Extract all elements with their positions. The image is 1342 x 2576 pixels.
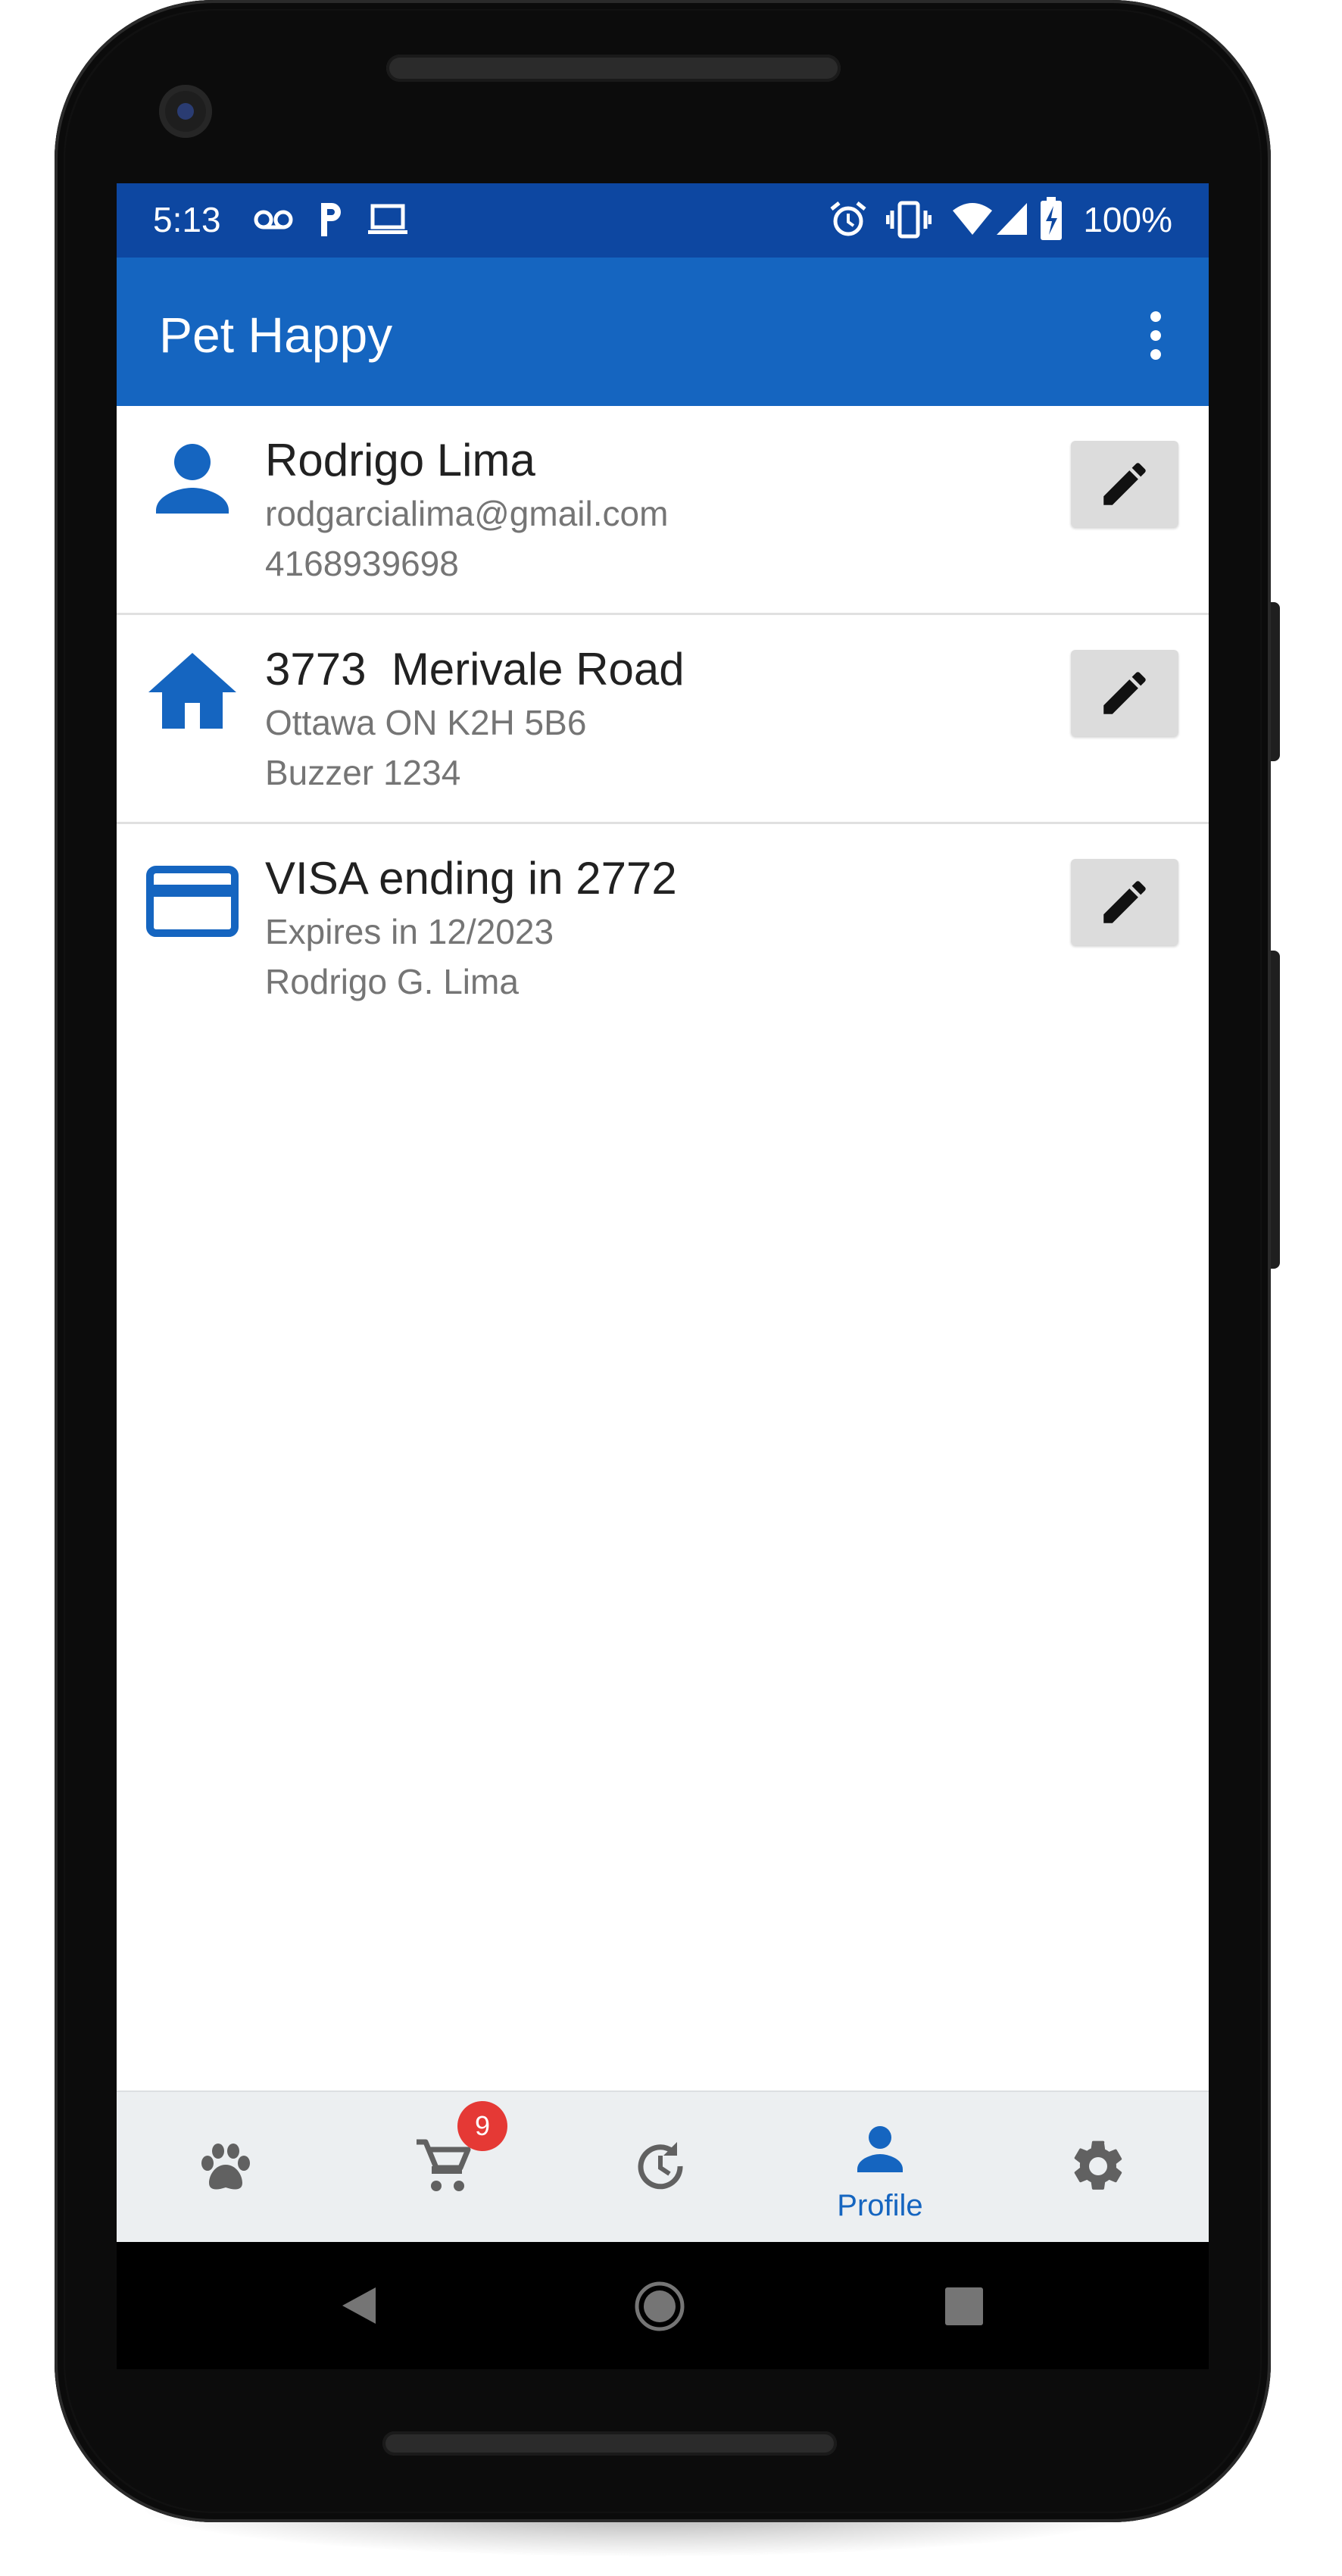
nav-item-cart[interactable]: [335, 2092, 553, 2243]
nav-item-profile[interactable]: Profile: [771, 2092, 989, 2243]
paw-icon: [201, 2144, 250, 2190]
card-holder: Rodrigo G. Lima: [265, 962, 519, 1001]
front-camera: [159, 85, 212, 138]
back-icon[interactable]: [336, 2283, 382, 2328]
pencil-icon: [1103, 672, 1146, 714]
app-bar: Pet Happy: [117, 258, 1209, 406]
device-mockup: 5:13 100% Pet Happy Rodrigo Lima rodgarc…: [0, 0, 1342, 2576]
earpiece-speaker: [386, 55, 841, 82]
credit-card-icon: [146, 866, 239, 937]
address-buzzer: Buzzer 1234: [265, 753, 461, 792]
contact-phone: 4168939698: [265, 544, 459, 583]
bottom-speaker: [382, 2431, 837, 2456]
cart-count-badge: 9: [457, 2101, 507, 2151]
battery-percent: 100%: [1083, 200, 1172, 239]
payment-row: VISA ending in 2772 Expires in 12/2023 R…: [117, 824, 1209, 1033]
laptop-icon: [368, 204, 407, 234]
gear-icon: [1074, 2140, 1122, 2190]
contact-email: rodgarcialima@gmail.com: [265, 494, 669, 533]
cell-signal-icon: [997, 203, 1027, 235]
pencil-icon: [1103, 463, 1146, 505]
card-expiry: Expires in 12/2023: [265, 912, 554, 951]
address-city: Ottawa ON K2H 5B6: [265, 703, 587, 742]
status-bar: 5:13 100%: [117, 183, 1209, 258]
nav-item-pets[interactable]: [117, 2092, 335, 2243]
voicemail-icon: [254, 210, 293, 229]
home-icon: [148, 653, 236, 729]
recents-icon[interactable]: [944, 2286, 985, 2327]
contact-info-row: Rodrigo Lima rodgarcialima@gmail.com 416…: [117, 406, 1209, 615]
edit-contact-button[interactable]: [1071, 441, 1178, 527]
nav-label-profile: Profile: [837, 2189, 923, 2222]
pencil-icon: [1103, 881, 1146, 923]
alarm-icon: [830, 201, 866, 236]
status-time: 5:13: [153, 200, 221, 239]
cart-icon: [417, 2139, 471, 2191]
nav-item-history[interactable]: [553, 2092, 771, 2243]
person-icon: [857, 2126, 903, 2172]
battery-charging-icon: [1041, 197, 1062, 240]
more-vert-icon[interactable]: [1133, 309, 1178, 362]
system-navigation-bar: [117, 2242, 1209, 2369]
edit-payment-button[interactable]: [1071, 859, 1178, 945]
address-street: 3773 Merivale Road: [265, 644, 685, 695]
edit-address-button[interactable]: [1071, 650, 1178, 736]
contact-name: Rodrigo Lima: [265, 435, 535, 486]
nav-item-settings[interactable]: [989, 2092, 1207, 2243]
vibrate-icon: [886, 201, 932, 239]
bottom-navigation: Profile 9: [117, 2090, 1209, 2243]
parking-app-icon: [321, 203, 341, 236]
person-icon: [156, 444, 229, 514]
home-circle-icon[interactable]: [633, 2280, 686, 2333]
card-summary: VISA ending in 2772: [265, 853, 677, 904]
app-title: Pet Happy: [159, 307, 393, 363]
address-row: 3773 Merivale Road Ottawa ON K2H 5B6 Buz…: [117, 615, 1209, 824]
wifi-icon: [953, 203, 992, 235]
app-screen: 5:13 100% Pet Happy Rodrigo Lima rodgarc…: [117, 183, 1209, 2369]
history-icon: [638, 2142, 683, 2190]
